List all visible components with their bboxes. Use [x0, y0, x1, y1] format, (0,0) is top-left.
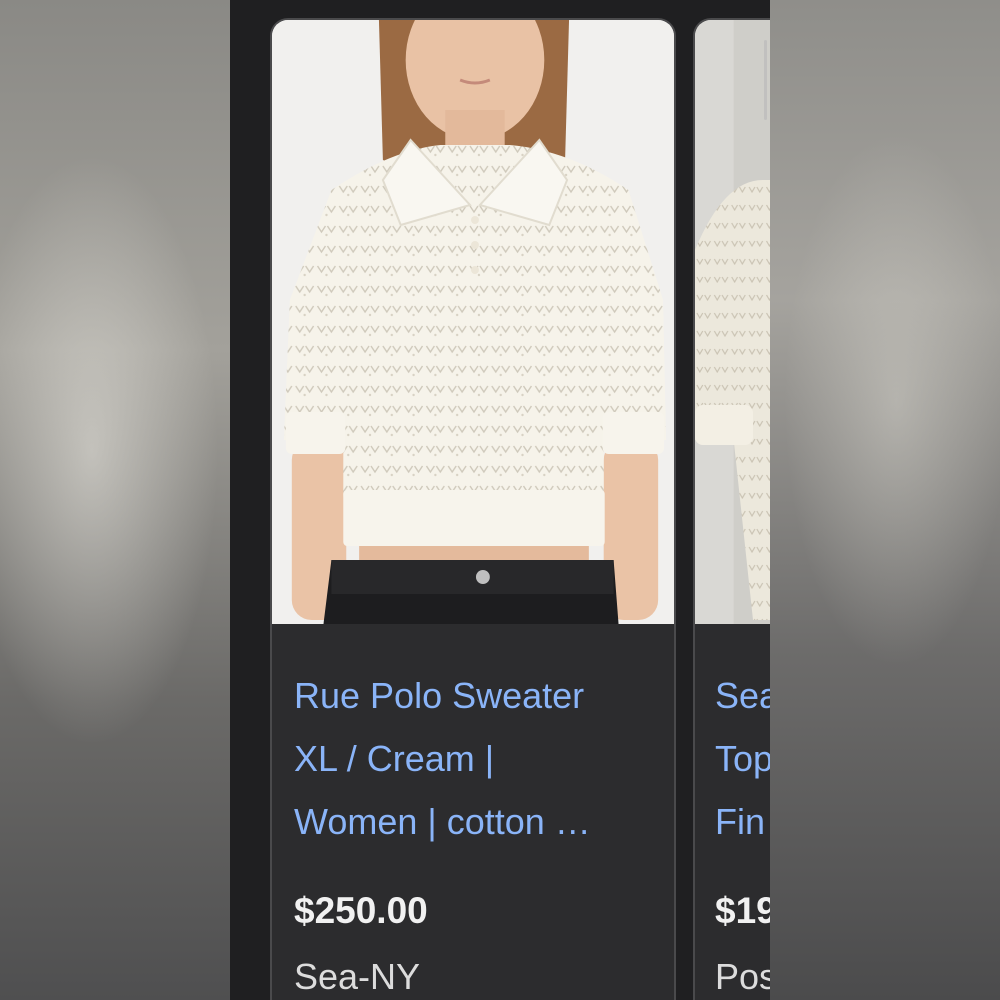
product-price: $250.00	[294, 890, 428, 931]
product-title-link[interactable]: Sea Top Fin	[715, 664, 770, 853]
product-card-next[interactable]: Sea Top Fin $19 Pos	[693, 18, 770, 1000]
product-price: $19	[715, 890, 770, 931]
product-title-line: Top	[715, 738, 770, 779]
scrollbar[interactable]	[764, 40, 767, 120]
product-title-line: Fin	[715, 801, 766, 842]
product-card[interactable]: Rue Polo Sweater XL / Cream | Women | co…	[270, 18, 676, 1000]
screenshot-frame: Rue Polo Sweater XL / Cream | Women | co…	[0, 0, 1000, 1000]
product-store: Sea-NY	[294, 956, 421, 997]
product-image[interactable]	[695, 20, 770, 624]
blurred-background-right	[770, 0, 1000, 1000]
shopping-results-carousel[interactable]: Rue Polo Sweater XL / Cream | Women | co…	[230, 0, 770, 1000]
product-photo-illustration	[272, 20, 674, 624]
product-title-line: Rue Polo Sweater	[294, 675, 585, 716]
product-title-line: Women | cotton …	[294, 801, 591, 842]
product-title-line: XL / Cream |	[294, 738, 495, 779]
product-title-link[interactable]: Rue Polo Sweater XL / Cream | Women | co…	[294, 664, 660, 853]
product-image[interactable]	[272, 20, 674, 624]
product-photo-illustration	[695, 20, 770, 624]
product-store: Pos	[715, 956, 770, 997]
blurred-background-left	[0, 0, 230, 1000]
product-title-line: Sea	[715, 675, 770, 716]
